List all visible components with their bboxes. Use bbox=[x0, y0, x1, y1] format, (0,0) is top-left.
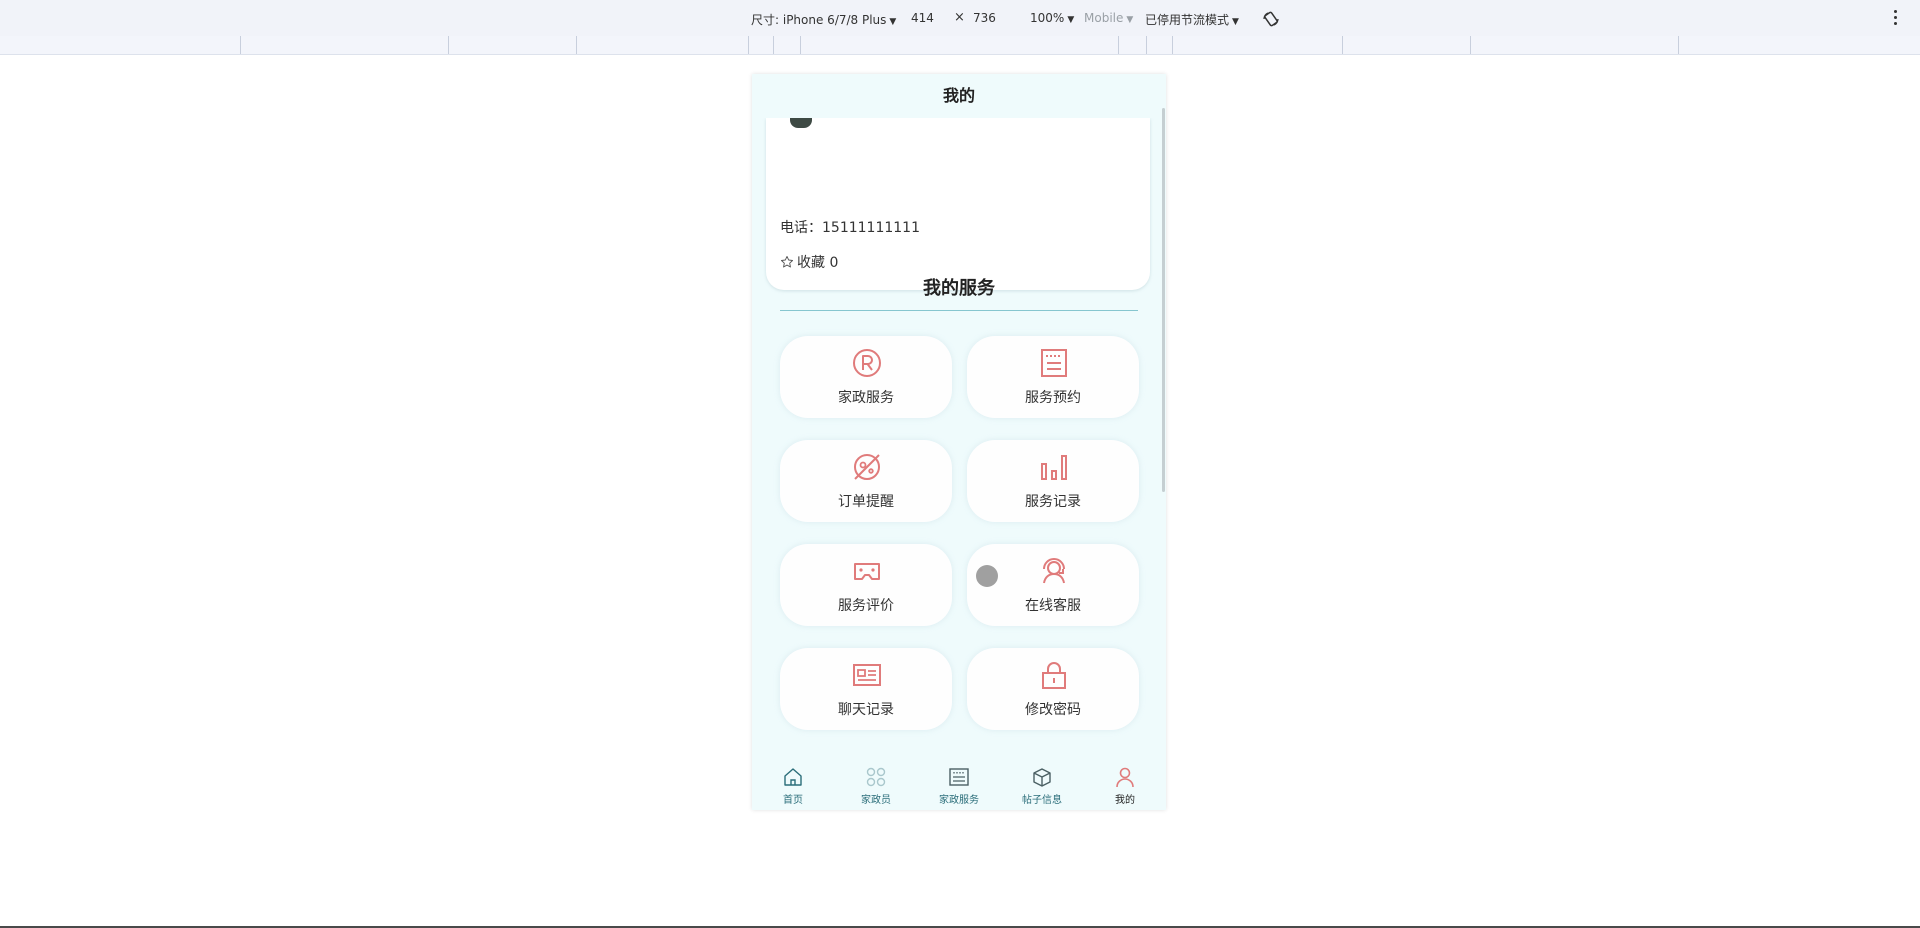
touch-cursor bbox=[976, 565, 998, 587]
device-select[interactable]: 尺寸: iPhone 6/7/8 Plus ▼ bbox=[751, 11, 896, 28]
zoom-select[interactable]: 100% ▼ bbox=[1030, 11, 1074, 25]
phone-viewport: 电话：15111111111 收藏 0 我的 我的服务 家政服务 服务预约 订单… bbox=[752, 74, 1166, 810]
box-icon bbox=[1033, 768, 1051, 787]
tab-housekeepers[interactable]: 家政员 bbox=[835, 760, 917, 810]
times-sign: × bbox=[954, 10, 965, 25]
favorites-link[interactable]: 收藏 0 bbox=[780, 252, 838, 272]
home-icon bbox=[784, 768, 802, 786]
tab-label: 家政服务 bbox=[939, 795, 979, 806]
rotate-icon[interactable] bbox=[1262, 10, 1280, 28]
tab-home-services[interactable]: 家政服务 bbox=[918, 760, 1000, 810]
height-input[interactable]: 736 bbox=[973, 11, 996, 25]
favorites-label: 收藏 0 bbox=[797, 255, 839, 271]
grid-icon bbox=[866, 767, 886, 787]
service-change-password[interactable]: 修改密码 bbox=[967, 648, 1139, 730]
tab-label: 帖子信息 bbox=[1022, 795, 1062, 806]
service-label: 修改密码 bbox=[1025, 702, 1081, 718]
vr-glasses-icon bbox=[854, 563, 880, 580]
star-icon bbox=[780, 255, 794, 268]
tab-label: 首页 bbox=[783, 795, 803, 806]
tab-label: 我的 bbox=[1115, 795, 1135, 806]
registered-icon bbox=[853, 349, 881, 377]
id-card-icon bbox=[853, 664, 881, 686]
devtools-device-toolbar: 尺寸: iPhone 6/7/8 Plus ▼ 414 × 736 100% ▼ M… bbox=[0, 0, 1920, 37]
tab-label: 家政员 bbox=[861, 795, 891, 806]
section-title: 我的服务 bbox=[923, 278, 995, 299]
throttle-select[interactable]: 已停用节流模式 ▼ bbox=[1145, 11, 1239, 28]
scrollbar-thumb[interactable] bbox=[1162, 108, 1165, 492]
notes-icon bbox=[1041, 349, 1067, 377]
user-icon bbox=[1116, 767, 1134, 788]
more-icon[interactable] bbox=[1894, 10, 1898, 26]
tab-home[interactable]: 首页 bbox=[752, 760, 834, 810]
width-input[interactable]: 414 bbox=[911, 11, 934, 25]
service-home-service[interactable]: 家政服务 bbox=[780, 336, 952, 418]
user-info-card: 电话：15111111111 收藏 0 bbox=[766, 118, 1150, 290]
nav-bar: 我的 bbox=[752, 74, 1166, 118]
section-divider bbox=[780, 310, 1138, 311]
bar-chart-icon bbox=[1041, 455, 1067, 480]
phone-number: 电话：15111111111 bbox=[780, 220, 920, 236]
device-type-select[interactable]: Mobile ▼ bbox=[1084, 11, 1133, 25]
service-label: 服务评价 bbox=[838, 598, 894, 614]
tab-bar: 首页 家政员 家政服务 帖子信息 我的 bbox=[752, 760, 1166, 810]
customer-service-icon bbox=[1043, 558, 1065, 584]
avatar[interactable] bbox=[790, 118, 812, 128]
page-title: 我的 bbox=[942, 86, 975, 105]
service-label: 服务预约 bbox=[1025, 390, 1081, 406]
devtools-ruler bbox=[0, 36, 1920, 55]
planet-icon bbox=[854, 454, 880, 480]
lock-icon bbox=[1042, 662, 1066, 689]
service-review[interactable]: 服务评价 bbox=[780, 544, 952, 626]
service-label: 聊天记录 bbox=[838, 702, 894, 718]
service-label: 在线客服 bbox=[1025, 598, 1081, 614]
service-order-reminder[interactable]: 订单提醒 bbox=[780, 440, 952, 522]
service-label: 服务记录 bbox=[1025, 494, 1081, 510]
service-chat-history[interactable]: 聊天记录 bbox=[780, 648, 952, 730]
service-label: 家政服务 bbox=[838, 390, 894, 406]
tab-posts[interactable]: 帖子信息 bbox=[1001, 760, 1083, 810]
tab-mine[interactable]: 我的 bbox=[1084, 760, 1166, 810]
service-record[interactable]: 服务记录 bbox=[967, 440, 1139, 522]
calendar-icon bbox=[949, 768, 969, 786]
service-booking[interactable]: 服务预约 bbox=[967, 336, 1139, 418]
service-label: 订单提醒 bbox=[838, 494, 894, 510]
